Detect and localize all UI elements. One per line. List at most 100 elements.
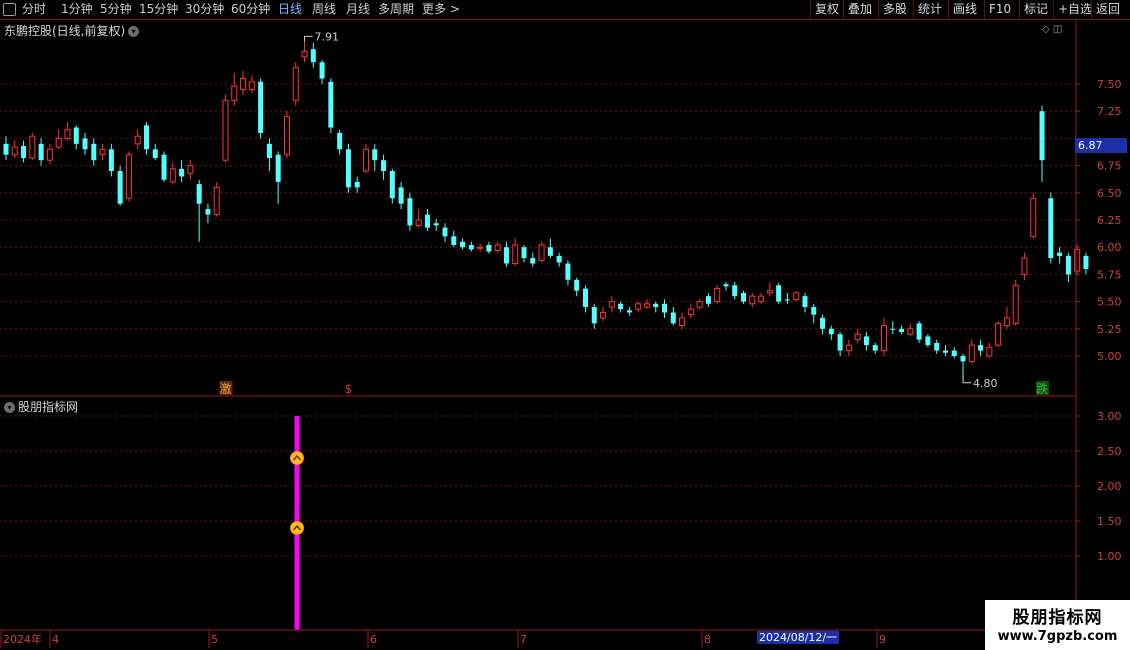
y-tick-label: 6.25 xyxy=(1097,214,1122,227)
y-tick-label: 7.25 xyxy=(1097,105,1122,118)
candle xyxy=(556,252,562,267)
candle xyxy=(521,245,527,263)
candle-body xyxy=(64,129,71,139)
candle xyxy=(732,282,738,300)
candle xyxy=(381,154,387,180)
candle-body xyxy=(354,181,360,188)
current-price-label: 6.87 xyxy=(1075,138,1127,153)
candle-body xyxy=(942,350,948,353)
candle xyxy=(881,317,887,356)
candle xyxy=(372,143,378,172)
candle-body xyxy=(108,149,114,172)
candle-body xyxy=(574,279,580,291)
y-tick-label: 1.50 xyxy=(1097,515,1122,528)
candle xyxy=(574,277,580,297)
y-tick-label: 5.50 xyxy=(1097,296,1122,309)
candle xyxy=(626,307,632,316)
candle xyxy=(591,303,597,329)
candle xyxy=(407,192,413,231)
candlestick-series xyxy=(3,39,1089,378)
candle-body xyxy=(196,184,202,204)
candle-body xyxy=(73,127,79,144)
candle xyxy=(837,332,843,356)
candle-body xyxy=(451,236,457,246)
diamond-icon[interactable]: ◇ xyxy=(1042,24,1050,35)
candle xyxy=(1074,245,1081,275)
candle xyxy=(117,165,123,206)
candle-body xyxy=(372,149,378,161)
candle-body xyxy=(600,311,607,319)
chevron-down-icon[interactable]: ▾ xyxy=(4,402,15,413)
y-tick-label: 6.75 xyxy=(1097,160,1122,173)
candle xyxy=(301,39,308,63)
kline-chart-canvas[interactable]: 5.00 5.25 5.50 5.75 6.00 6.25 6.50 6.75 7.25 7.50… xyxy=(0,0,1130,650)
candle-body xyxy=(424,214,430,228)
candle xyxy=(398,181,404,210)
candle-body xyxy=(29,135,36,159)
x-tick-label: 2024年 xyxy=(3,632,42,646)
candle-body xyxy=(117,171,123,204)
candle-body xyxy=(460,241,466,248)
candle xyxy=(942,345,948,356)
y-tick-label: 3.00 xyxy=(1097,410,1122,423)
candle xyxy=(714,285,721,304)
indicator-title-text: 股朋指标网 xyxy=(18,400,79,414)
candle xyxy=(283,111,290,158)
candle-body xyxy=(696,301,703,308)
candle xyxy=(512,238,519,266)
candle-body xyxy=(608,301,615,308)
candle-body xyxy=(362,148,369,172)
candle-body xyxy=(899,328,905,333)
candle-body xyxy=(310,49,316,63)
candle-body xyxy=(1030,197,1037,237)
candle-body xyxy=(187,165,194,174)
candle-body xyxy=(1012,284,1019,324)
candle xyxy=(635,301,642,313)
candle xyxy=(1048,192,1054,264)
candle-body xyxy=(714,288,721,303)
candle xyxy=(723,282,729,291)
y-tick-label: 7.50 xyxy=(1097,78,1122,91)
x-tick-label: 5 xyxy=(211,633,218,646)
candle xyxy=(776,283,782,304)
candle xyxy=(766,282,773,297)
candle-body xyxy=(389,171,395,199)
candle-body xyxy=(328,81,334,128)
candle xyxy=(687,303,694,318)
candle xyxy=(793,290,800,302)
candle-body xyxy=(21,146,27,158)
candle xyxy=(179,160,185,182)
candle-body xyxy=(653,303,659,308)
candle xyxy=(608,296,615,313)
candle xyxy=(1030,192,1037,239)
candle-body xyxy=(811,307,817,315)
candle xyxy=(802,292,808,313)
y-tick-label: 2.00 xyxy=(1097,480,1122,493)
signal-label: 跌 xyxy=(1036,381,1048,396)
candle-body xyxy=(477,246,484,249)
up-arrow-marker xyxy=(290,521,305,535)
candle-body xyxy=(1065,255,1071,275)
panel-controls: ◇ ◫ xyxy=(1042,24,1062,35)
candle xyxy=(258,78,264,139)
candle xyxy=(108,143,114,177)
candle-body xyxy=(503,247,509,264)
candle xyxy=(845,339,852,356)
candle-body xyxy=(872,345,878,351)
candle-body xyxy=(381,160,387,172)
candle xyxy=(890,321,896,335)
window-icon[interactable]: ◫ xyxy=(1053,24,1062,35)
chevron-down-icon[interactable]: ▾ xyxy=(128,26,140,37)
candle-body xyxy=(442,227,448,237)
candle xyxy=(486,241,492,254)
candle-body xyxy=(626,310,632,313)
candle xyxy=(828,325,834,340)
candle-body xyxy=(231,85,238,101)
candle xyxy=(951,347,957,359)
candle xyxy=(21,140,27,163)
candle xyxy=(1065,252,1071,283)
candle xyxy=(1039,105,1045,182)
high-marker-pointer xyxy=(304,35,313,42)
candle-body xyxy=(248,81,255,90)
candle-body xyxy=(565,263,571,280)
